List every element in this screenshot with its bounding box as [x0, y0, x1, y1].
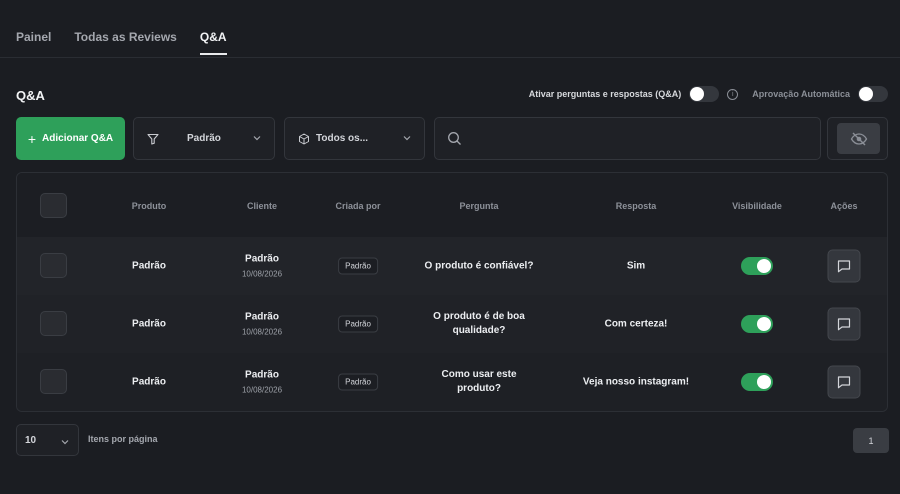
filter-value: Padrão [187, 133, 221, 144]
product-value: Todos os... [316, 133, 369, 144]
tab-todas-as-reviews[interactable]: Todas as Reviews [74, 30, 177, 55]
client-name: Padrão [245, 369, 279, 381]
toggle-knob [757, 317, 771, 331]
page-size-select[interactable]: 10 [16, 424, 79, 456]
created-by-badge: Padrão [338, 373, 378, 391]
header-visibilidade[interactable]: Visibilidade [732, 201, 782, 211]
page-button-1[interactable]: 1 [853, 428, 889, 453]
cell-cliente: Padrão 10/08/2026 [242, 254, 282, 279]
enable-qa-label: Ativar perguntas e respostas (Q&A) [528, 89, 682, 99]
toggle-knob [859, 87, 873, 101]
filter-icon [147, 133, 159, 145]
created-date: 10/08/2026 [241, 269, 283, 279]
page-size-value: 10 [25, 435, 37, 446]
table-row: Padrão Padrão 10/08/2026 Padrão O produt… [17, 295, 887, 353]
header-acoes: Ações [830, 201, 858, 211]
box-icon [299, 133, 309, 145]
plus-icon: + [27, 130, 37, 147]
created-date: 10/08/2026 [241, 385, 283, 395]
visibility-filter [827, 117, 888, 160]
chevron-down-icon [61, 440, 69, 445]
cell-produto: Padrão [132, 260, 166, 272]
cell-cliente: Padrão 10/08/2026 [242, 312, 282, 337]
product-select[interactable]: Todos os... [284, 117, 425, 160]
row-checkbox[interactable] [40, 253, 67, 278]
message-icon [837, 318, 851, 331]
auto-approval-label: Aprovação Automática [752, 89, 850, 99]
filter-select[interactable]: Padrão [133, 117, 275, 160]
info-icon[interactable]: i [727, 88, 739, 100]
client-name: Padrão [245, 311, 279, 323]
per-page-label: Itens por página [88, 434, 158, 444]
cell-pergunta: Como usar este produto? [441, 369, 517, 394]
row-checkbox[interactable] [40, 311, 67, 336]
table-row: Padrão Padrão 10/08/2026 Padrão Como usa… [17, 353, 887, 411]
visibility-toggle[interactable] [741, 373, 773, 391]
chevron-down-icon [253, 136, 261, 141]
cell-produto: Padrão [132, 376, 166, 388]
tab-qa[interactable]: Q&A [199, 30, 227, 55]
cell-resposta: Sim [626, 260, 646, 272]
auto-approval-toggle[interactable] [858, 86, 888, 102]
message-icon [837, 260, 851, 273]
header-pergunta[interactable]: Pergunta [459, 201, 498, 211]
toolbar: + Adicionar Q&A Padrão Todos os... [16, 117, 888, 160]
reply-button[interactable] [827, 365, 861, 399]
visibility-filter-button[interactable] [837, 123, 880, 154]
tab-painel[interactable]: Painel [16, 30, 51, 55]
header-produto[interactable]: Produto [132, 201, 167, 211]
created-by-badge: Padrão [338, 315, 378, 333]
reply-button[interactable] [827, 249, 861, 283]
toggle-knob [690, 87, 705, 101]
table-header: Produto Cliente Criada por Pergunta Resp… [17, 173, 887, 237]
add-qa-button[interactable]: + Adicionar Q&A [16, 117, 125, 160]
message-icon [837, 376, 851, 389]
reply-button[interactable] [827, 307, 861, 341]
header-resposta[interactable]: Resposta [616, 201, 657, 211]
cell-resposta: Veja nosso instagram! [582, 376, 690, 388]
settings-toggles: Ativar perguntas e respostas (Q&A) i Apr… [529, 86, 888, 102]
search-box [434, 117, 821, 160]
search-icon [448, 132, 461, 145]
qa-table: Produto Cliente Criada por Pergunta Resp… [16, 172, 888, 412]
page-title: Q&A [16, 88, 45, 103]
row-checkbox[interactable] [40, 369, 67, 394]
enable-qa-toggle[interactable] [689, 86, 720, 102]
table-row: Padrão Padrão 10/08/2026 Padrão O produt… [17, 237, 887, 295]
tabs-divider [0, 57, 900, 58]
eye-off-icon [850, 132, 867, 145]
select-all-checkbox[interactable] [40, 193, 67, 218]
toggle-knob [757, 259, 771, 273]
visibility-toggle[interactable] [741, 315, 773, 333]
tab-bar: Painel Todas as Reviews Q&A [16, 30, 250, 55]
header-criada-por[interactable]: Criada por [335, 201, 380, 211]
add-qa-label: Adicionar Q&A [42, 133, 114, 144]
cell-produto: Padrão [132, 318, 166, 330]
cell-resposta: Com certeza! [604, 318, 668, 330]
created-by-badge: Padrão [338, 257, 378, 275]
cell-pergunta: O produto é confiável? [424, 260, 534, 272]
visibility-toggle[interactable] [741, 257, 773, 275]
toggle-knob [757, 375, 771, 389]
header-cliente[interactable]: Cliente [247, 201, 277, 211]
client-name: Padrão [245, 253, 279, 265]
cell-cliente: Padrão 10/08/2026 [242, 370, 282, 395]
search-input[interactable] [471, 118, 811, 159]
cell-pergunta: O produto é de boa qualidade? [433, 311, 525, 336]
created-date: 10/08/2026 [241, 327, 283, 337]
chevron-down-icon [403, 136, 411, 141]
